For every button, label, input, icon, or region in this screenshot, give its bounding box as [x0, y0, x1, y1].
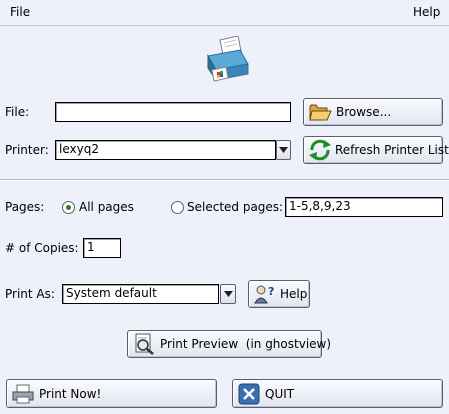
separator	[0, 179, 449, 181]
print-preview-button[interactable]: Print Preview (in ghostview)	[127, 330, 331, 358]
menu-file[interactable]: File	[10, 5, 30, 19]
printer-label: Printer:	[5, 143, 49, 157]
refresh-button-label: Refresh Printer List	[335, 143, 449, 157]
printer-select[interactable]: lexyq2	[55, 140, 276, 160]
printer-dropdown-button[interactable]	[276, 140, 291, 160]
print-as-label: Print As:	[5, 287, 55, 301]
chevron-down-icon	[223, 291, 233, 297]
all-pages-radio[interactable]	[62, 201, 75, 214]
preview-icon	[131, 333, 157, 355]
quit-button[interactable]: QUIT	[232, 379, 443, 408]
close-icon	[236, 383, 262, 405]
selected-pages-radio[interactable]	[171, 201, 184, 214]
browse-button[interactable]: Browse...	[303, 98, 443, 126]
copies-input[interactable]: 1	[83, 238, 121, 258]
file-input[interactable]	[55, 102, 291, 122]
selected-pages-input[interactable]: 1-5,8,9,23	[285, 197, 443, 217]
file-label: File:	[5, 105, 30, 119]
radio-selected-dot	[66, 205, 71, 210]
print-as-dropdown-button[interactable]	[220, 284, 236, 304]
help-button[interactable]: ? Help	[248, 280, 310, 308]
pages-label: Pages:	[5, 200, 45, 214]
chevron-down-icon	[279, 147, 288, 153]
print-now-label: Print Now!	[39, 386, 102, 401]
svg-text:?: ?	[268, 285, 274, 298]
help-icon: ?	[252, 283, 278, 305]
all-pages-label: All pages	[79, 200, 134, 214]
refresh-icon	[307, 139, 333, 161]
refresh-printer-list-button[interactable]: Refresh Printer List	[303, 136, 449, 164]
print-preview-label: Print Preview (in ghostview)	[160, 337, 332, 351]
help-button-label: Help	[280, 287, 308, 301]
folder-open-icon	[307, 101, 333, 123]
menu-help[interactable]: Help	[413, 5, 440, 19]
selected-pages-label: Selected pages:	[187, 200, 284, 214]
printer-icon	[202, 35, 250, 82]
browse-button-label: Browse...	[336, 105, 392, 119]
copies-label: # of Copies:	[5, 241, 79, 255]
print-as-select[interactable]: System default	[62, 284, 219, 304]
menubar: File Help	[0, 0, 449, 26]
printer-icon	[10, 383, 36, 405]
quit-label: QUIT	[265, 386, 295, 401]
print-now-button[interactable]: Print Now!	[6, 379, 217, 408]
